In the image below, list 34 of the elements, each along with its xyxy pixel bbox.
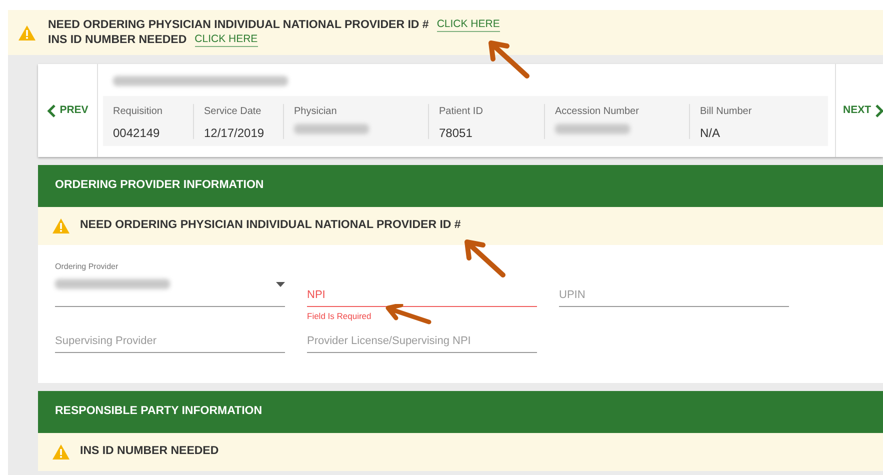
warning-icon xyxy=(52,444,70,460)
text-field[interactable]: NPI xyxy=(307,283,537,307)
select-label: Ordering Provider xyxy=(55,261,120,273)
field-label: Service Date xyxy=(204,104,262,118)
field-value: N/A xyxy=(700,124,722,142)
field-value: 78051 xyxy=(439,124,474,142)
field-label: Physician xyxy=(294,104,338,118)
field-value: 0042149 xyxy=(113,124,161,142)
click-here-link[interactable]: CLICK HERE xyxy=(194,33,258,47)
section-title: ORDERING PROVIDER INFORMATION xyxy=(55,178,264,194)
alert-text: NEED ORDERING PHYSICIAN INDIVIDUAL NATIONAL PROVIDER ID # xyxy=(48,18,429,32)
prev-button[interactable]: PREV xyxy=(38,64,98,157)
ordering-provider-select[interactable]: Ordering Provider xyxy=(55,261,285,307)
pointer-arrow xyxy=(384,304,432,326)
field-label: Accession Number xyxy=(555,104,640,118)
warning-text: INS ID NUMBER NEEDED xyxy=(80,444,219,460)
section-title: RESPONSIBLE PARTY INFORMATION xyxy=(55,404,262,420)
warning-text: NEED ORDERING PHYSICIAN INDIVIDUAL NATIONAL PROVIDER ID # xyxy=(80,218,461,234)
warning-icon xyxy=(52,218,70,234)
warning-icon xyxy=(18,24,36,40)
click-here-link[interactable]: CLICK HERE xyxy=(436,18,500,32)
text-field[interactable]: Provider License/Supervising NPI xyxy=(307,329,537,353)
text-field[interactable]: UPIN xyxy=(559,283,789,307)
field-value: 12/17/2019 xyxy=(204,124,266,142)
alert-text: INS ID NUMBER NEEDED xyxy=(48,32,187,48)
dropdown-caret-icon xyxy=(276,282,285,286)
chevron-left-icon xyxy=(46,104,56,118)
field-label: Patient ID xyxy=(439,104,484,118)
next-button[interactable]: NEXT xyxy=(835,64,883,157)
text-field[interactable]: Supervising Provider xyxy=(55,329,285,353)
field-label: Bill Number xyxy=(700,104,753,118)
error-message: Field Is Required xyxy=(307,310,372,322)
field-label: Requisition xyxy=(113,104,164,118)
chevron-right-icon xyxy=(875,104,883,118)
